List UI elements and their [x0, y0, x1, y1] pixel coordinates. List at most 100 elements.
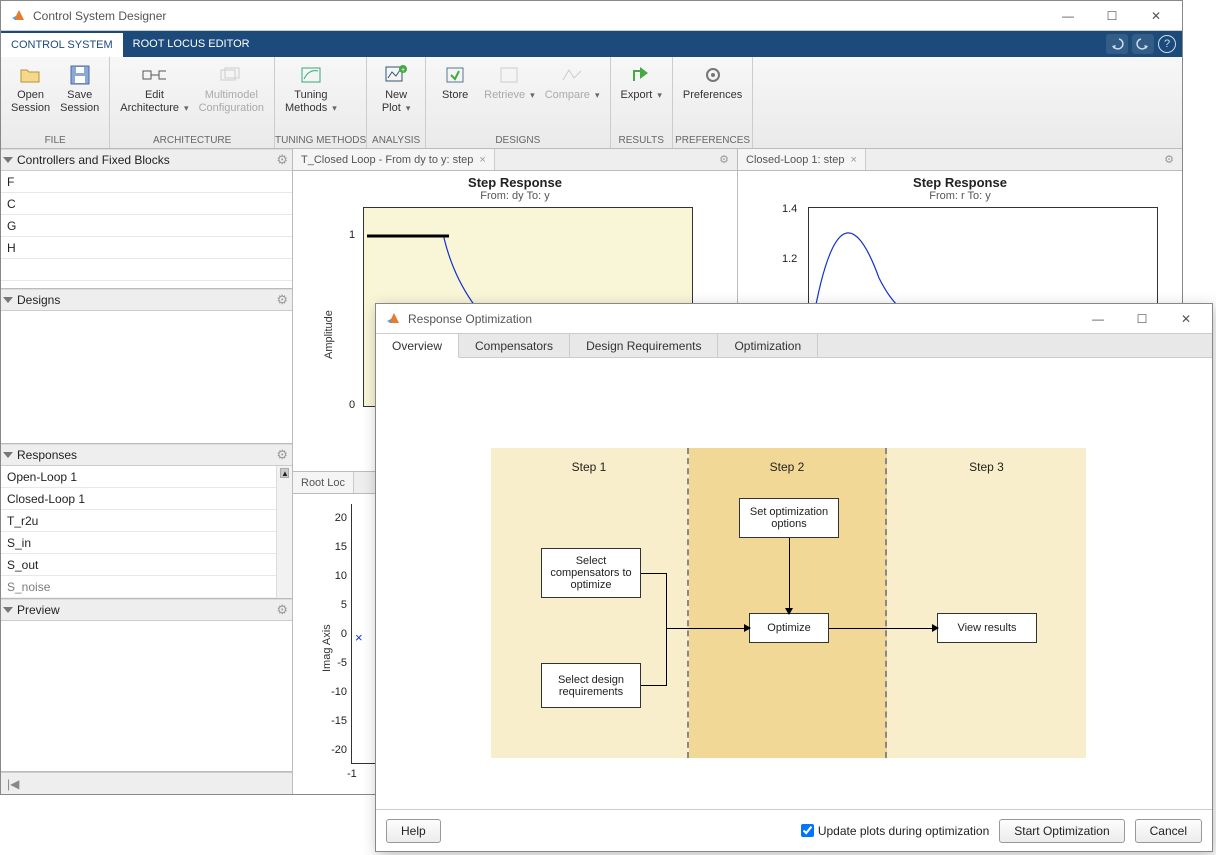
plot-subtitle: From: dy To: y: [293, 190, 737, 202]
close-icon[interactable]: ×: [479, 154, 485, 166]
tab-control-system[interactable]: CONTROL SYSTEM: [1, 31, 123, 57]
tuning-icon: [299, 63, 323, 87]
undo-button[interactable]: [1106, 34, 1128, 54]
tick-label: 0: [349, 399, 355, 411]
box-view-results: View results: [937, 613, 1037, 643]
panel-header-designs[interactable]: Designs⚙: [1, 289, 292, 311]
gear-icon[interactable]: ⚙: [276, 602, 288, 618]
gear-icon: [701, 63, 725, 87]
doc-tab[interactable]: Root Loc: [293, 472, 354, 493]
window-title: Control System Designer: [33, 9, 1046, 23]
tick-label: 1: [349, 229, 355, 241]
plot-subtitle: From: r To: y: [738, 190, 1182, 202]
tab-optimization[interactable]: Optimization: [718, 334, 818, 357]
step-label: Step 1: [491, 460, 687, 474]
retrieve-button: Retrieve: [480, 61, 539, 104]
doc-tab[interactable]: T_Closed Loop - From dy to y: step×: [293, 149, 495, 170]
tick-label: 1.4: [782, 203, 797, 215]
group-label-prefs: PREFERENCES: [673, 133, 752, 148]
compare-button: Compare: [541, 61, 604, 104]
help-button[interactable]: ?: [1158, 35, 1176, 53]
group-label-designs: DESIGNS: [426, 133, 609, 148]
close-button[interactable]: ✕: [1134, 2, 1178, 30]
architecture-icon: [142, 63, 166, 87]
list-item[interactable]: G: [1, 215, 292, 237]
save-session-button[interactable]: Save Session: [56, 61, 103, 117]
gear-icon[interactable]: ⚙: [276, 152, 288, 168]
matlab-logo-icon: [386, 311, 402, 327]
cancel-button[interactable]: Cancel: [1135, 819, 1202, 843]
response-optimization-dialog: Response Optimization — ☐ ✕ Overview Com…: [375, 303, 1213, 852]
step-label: Step 2: [689, 460, 885, 474]
list-item[interactable]: S_in: [1, 532, 292, 554]
main-tabstrip: CONTROL SYSTEM ROOT LOCUS EDITOR ?: [1, 31, 1182, 57]
open-session-button[interactable]: Open Session: [7, 61, 54, 117]
scrollbar[interactable]: ▲: [276, 466, 292, 598]
doc-tab[interactable]: Closed-Loop 1: step×: [738, 149, 866, 170]
toolstrip: Open Session Save Session FILE Edit Arch…: [1, 57, 1182, 149]
tick-label: -1: [347, 768, 357, 780]
maximize-button[interactable]: ☐: [1090, 2, 1134, 30]
floppy-disk-icon: [68, 63, 92, 87]
list-item[interactable]: C: [1, 193, 292, 215]
tick-label: 1.2: [782, 253, 797, 265]
dialog-footer: Help Update plots during optimization St…: [376, 809, 1212, 851]
start-optimization-button[interactable]: Start Optimization: [999, 819, 1124, 843]
multimodel-config-button: Multimodel Configuration: [195, 61, 268, 117]
update-plots-checkbox[interactable]: Update plots during optimization: [801, 824, 989, 838]
gear-icon[interactable]: ⚙: [276, 447, 288, 463]
dialog-title: Response Optimization: [408, 312, 1076, 326]
edit-architecture-button[interactable]: Edit Architecture: [116, 61, 192, 117]
panel-header-preview[interactable]: Preview⚙: [1, 599, 292, 621]
panel-header-responses[interactable]: Responses⚙: [1, 444, 292, 466]
group-label-results: RESULTS: [611, 133, 672, 148]
list-item[interactable]: S_out: [1, 554, 292, 576]
list-item: [1, 259, 292, 281]
svg-text:+: +: [401, 67, 405, 74]
gear-icon[interactable]: ⚙: [276, 292, 288, 308]
new-plot-icon: +: [384, 63, 408, 87]
preferences-button[interactable]: Preferences: [679, 61, 746, 104]
export-button[interactable]: Export: [617, 61, 666, 104]
maximize-button[interactable]: ☐: [1120, 305, 1164, 333]
store-button[interactable]: Store: [432, 61, 478, 104]
list-item[interactable]: S_noise: [1, 576, 292, 598]
list-item[interactable]: H: [1, 237, 292, 259]
minimize-button[interactable]: —: [1076, 305, 1120, 333]
close-icon[interactable]: ×: [850, 154, 856, 166]
tab-design-requirements[interactable]: Design Requirements: [570, 334, 718, 357]
tuning-methods-button[interactable]: Tuning Methods: [281, 61, 341, 117]
redo-button[interactable]: [1132, 34, 1154, 54]
folder-open-icon: [19, 63, 43, 87]
group-label-tuning: TUNING METHODS: [275, 133, 366, 148]
help-button[interactable]: Help: [386, 819, 441, 843]
gear-icon[interactable]: ⚙: [1164, 153, 1174, 166]
new-plot-button[interactable]: +New Plot: [373, 61, 419, 117]
list-item[interactable]: F: [1, 171, 292, 193]
group-label-architecture: ARCHITECTURE: [110, 133, 274, 148]
store-icon: [443, 63, 467, 87]
group-label-file: FILE: [1, 133, 109, 148]
group-label-analysis: ANALYSIS: [367, 133, 425, 148]
plot-title: Step Response: [738, 175, 1182, 190]
close-button[interactable]: ✕: [1164, 305, 1208, 333]
tab-root-locus-editor[interactable]: ROOT LOCUS EDITOR: [123, 31, 260, 57]
list-item[interactable]: T_r2u: [1, 510, 292, 532]
tab-compensators[interactable]: Compensators: [459, 334, 570, 357]
gear-icon[interactable]: ⚙: [719, 153, 729, 166]
dialog-tabstrip: Overview Compensators Design Requirement…: [376, 334, 1212, 358]
left-sidebar: Controllers and Fixed Blocks⚙ F C G H De…: [1, 149, 293, 794]
main-titlebar: Control System Designer — ☐ ✕: [1, 1, 1182, 31]
dialog-body: Step 1 Step 2 Step 3 Select compensators…: [376, 358, 1212, 809]
minimize-button[interactable]: —: [1046, 2, 1090, 30]
box-set-options: Set optimization options: [739, 498, 839, 538]
retrieve-icon: [497, 63, 521, 87]
list-item[interactable]: Closed-Loop 1: [1, 488, 292, 510]
list-item[interactable]: Open-Loop 1: [1, 466, 292, 488]
pole-marker: ×: [355, 630, 363, 645]
tab-overview[interactable]: Overview: [376, 334, 459, 358]
box-optimize: Optimize: [749, 613, 829, 643]
step-label: Step 3: [887, 460, 1086, 474]
statusbar: |◀: [1, 772, 292, 794]
panel-header-controllers[interactable]: Controllers and Fixed Blocks⚙: [1, 149, 292, 171]
